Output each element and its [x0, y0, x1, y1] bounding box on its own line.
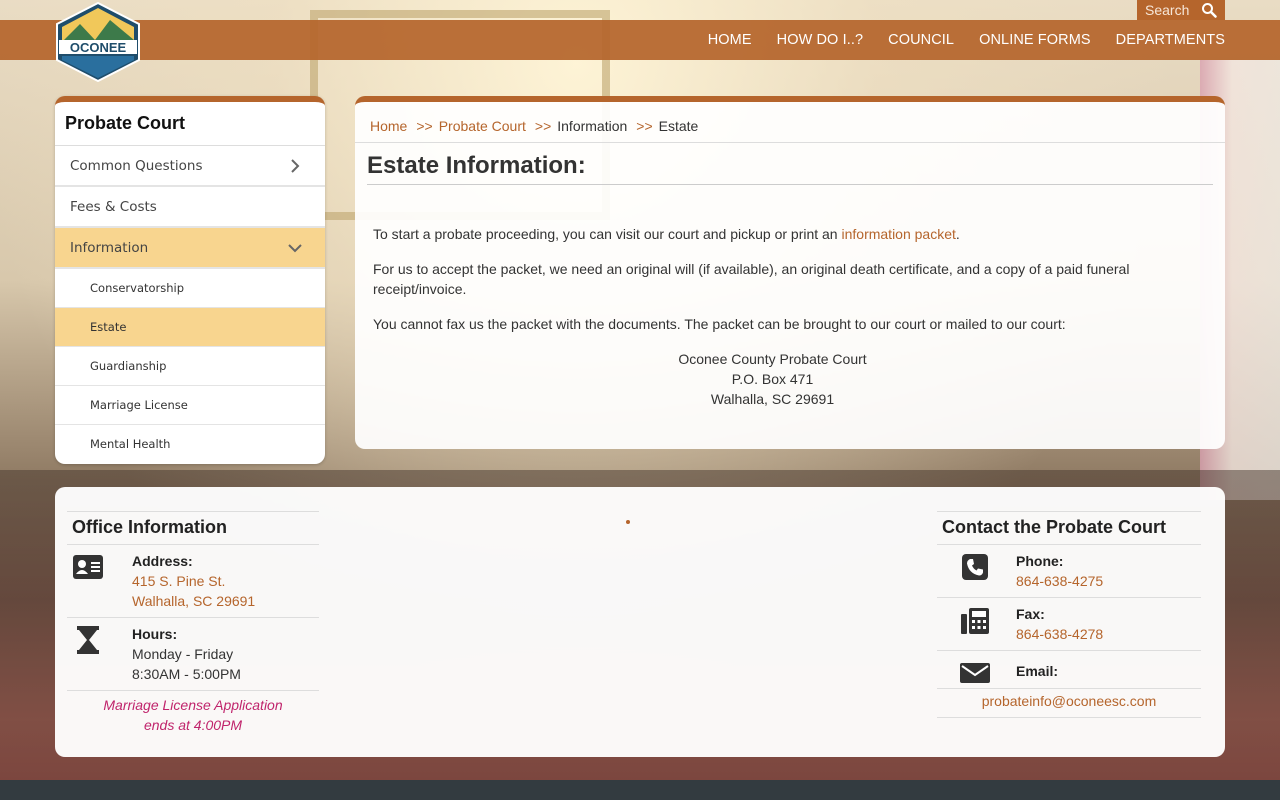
nav-council[interactable]: COUNCIL — [888, 32, 954, 48]
main-nav: HOME HOW DO I..? COUNCIL ONLINE FORMS DE… — [708, 20, 1225, 60]
sidebar-subitem-label: Estate — [90, 320, 127, 334]
search-box[interactable]: Search — [1137, 0, 1225, 20]
sidebar-subitem-conservatorship[interactable]: Conservatorship — [55, 269, 325, 308]
fax-link[interactable]: 864-638-4278 — [1016, 626, 1103, 642]
email-link-row: probateinfo@oconeesc.com — [937, 689, 1201, 718]
email-label: Email: — [1016, 663, 1059, 679]
hours-row: Hours: Monday - Friday 8:30AM - 5:00PM — [67, 618, 319, 691]
divider — [367, 184, 1213, 185]
breadcrumb-home[interactable]: Home — [370, 118, 407, 134]
sidebar-subitem-mental-health[interactable]: Mental Health — [55, 425, 325, 464]
office-info-heading: Office Information — [67, 511, 319, 545]
hours-label: Hours: — [132, 626, 178, 642]
mailing-address: Oconee County Probate Court P.O. Box 471… — [355, 349, 1190, 409]
breadcrumb-current: Estate — [658, 118, 699, 134]
sidebar-item-label: Fees & Costs — [70, 199, 157, 215]
breadcrumb-separator: >> — [636, 118, 653, 134]
main-content-panel: Home >> Probate Court >> Information >> Estate… — [355, 96, 1225, 449]
sidebar-item-fees-costs[interactable]: Fees & Costs — [55, 187, 325, 228]
office-info-card: Office Information Address: 415 S. Pine … — [55, 487, 1225, 757]
sidebar-subitem-guardianship[interactable]: Guardianship — [55, 347, 325, 386]
email-link[interactable]: probateinfo@oconeesc.com — [982, 693, 1157, 709]
fax-label: Fax: — [1016, 606, 1045, 622]
breadcrumb-information[interactable]: Information — [557, 118, 627, 134]
phone-link[interactable]: 864-638-4275 — [1016, 573, 1103, 589]
breadcrumb-probate-court[interactable]: Probate Court — [439, 118, 526, 134]
sidebar-subitem-label: Mental Health — [90, 437, 171, 451]
oconee-logo[interactable]: OCONEE — [55, 1, 141, 83]
sidebar-item-label: Common Questions — [70, 158, 203, 174]
sidebar-item-common-questions[interactable]: Common Questions — [55, 146, 325, 187]
sidebar: Probate Court Common Questions Fees & Co… — [55, 96, 325, 464]
paragraph-text: To start a probate proceeding, you can v… — [373, 226, 842, 242]
breadcrumb: Home >> Probate Court >> Information >> Estate — [370, 118, 698, 134]
paragraph-requirements: For us to accept the packet, we need an … — [373, 261, 1130, 297]
address-card-icon — [73, 555, 103, 579]
article-body: To start a probate proceeding, you can v… — [373, 224, 1173, 409]
contact-heading: Contact the Probate Court — [937, 511, 1201, 545]
address-link-line1[interactable]: 415 S. Pine St. — [132, 573, 225, 589]
nav-online-forms[interactable]: ONLINE FORMS — [979, 32, 1091, 48]
nav-departments[interactable]: DEPARTMENTS — [1116, 32, 1225, 48]
fax-row: Fax: 864-638-4278 — [937, 598, 1201, 651]
sidebar-subitem-marriage-license[interactable]: Marriage License — [55, 386, 325, 425]
logo-badge-icon: OCONEE — [56, 1, 140, 83]
address-row: Address: 415 S. Pine St. Walhalla, SC 29… — [67, 545, 319, 618]
chevron-right-icon[interactable] — [287, 158, 303, 174]
note-line: ends at 4:00PM — [143, 717, 243, 733]
phone-label: Phone: — [1016, 553, 1064, 569]
logo-text: OCONEE — [70, 40, 127, 55]
hourglass-icon — [77, 626, 99, 654]
paragraph-intro: To start a probate proceeding, you can v… — [373, 224, 1173, 244]
page-title: Estate Information: — [367, 152, 586, 179]
chevron-down-icon[interactable] — [287, 240, 303, 256]
sidebar-title: Probate Court — [55, 102, 325, 146]
sidebar-item-label: Information — [70, 240, 149, 256]
nav-home[interactable]: HOME — [708, 32, 752, 48]
contact-probate-court: Contact the Probate Court Phone: 864-638… — [937, 511, 1201, 718]
fax-icon — [961, 608, 989, 634]
breadcrumb-separator: >> — [416, 118, 433, 134]
address-line: Walhalla, SC 29691 — [710, 391, 835, 407]
nav-how-do-i[interactable]: HOW DO I..? — [777, 32, 864, 48]
email-row: Email: — [937, 651, 1201, 689]
sidebar-subitem-label: Marriage License — [90, 398, 188, 412]
office-information: Office Information Address: 415 S. Pine … — [67, 511, 319, 735]
phone-row: Phone: 864-638-4275 — [937, 545, 1201, 598]
hours-days: Monday - Friday — [132, 646, 234, 662]
address-label: Address: — [132, 553, 193, 569]
address-line: Oconee County Probate Court — [678, 351, 867, 367]
divider — [355, 142, 1225, 143]
paragraph-delivery: You cannot fax us the packet with the do… — [373, 316, 1066, 332]
search-icon[interactable] — [1201, 2, 1217, 18]
address-link-line2[interactable]: Walhalla, SC 29691 — [132, 593, 255, 609]
marriage-license-note: Marriage License Application ends at 4:0… — [67, 691, 319, 735]
footer-strip — [0, 780, 1280, 800]
sidebar-subitem-label: Conservatorship — [90, 281, 185, 295]
hours-time: 8:30AM - 5:00PM — [132, 666, 241, 682]
phone-icon — [962, 554, 988, 580]
paragraph-text: . — [955, 226, 960, 242]
information-packet-link[interactable]: information packet — [842, 226, 956, 242]
sidebar-subitem-estate[interactable]: Estate — [55, 308, 325, 347]
search-label: Search — [1145, 2, 1190, 18]
sidebar-subitem-label: Guardianship — [90, 359, 167, 373]
breadcrumb-separator: >> — [534, 118, 552, 134]
carousel-dot[interactable] — [626, 520, 630, 524]
address-line: P.O. Box 471 — [731, 371, 814, 387]
note-line: Marriage License Application — [103, 697, 283, 713]
envelope-icon — [960, 663, 990, 683]
sidebar-item-information[interactable]: Information — [55, 228, 325, 269]
